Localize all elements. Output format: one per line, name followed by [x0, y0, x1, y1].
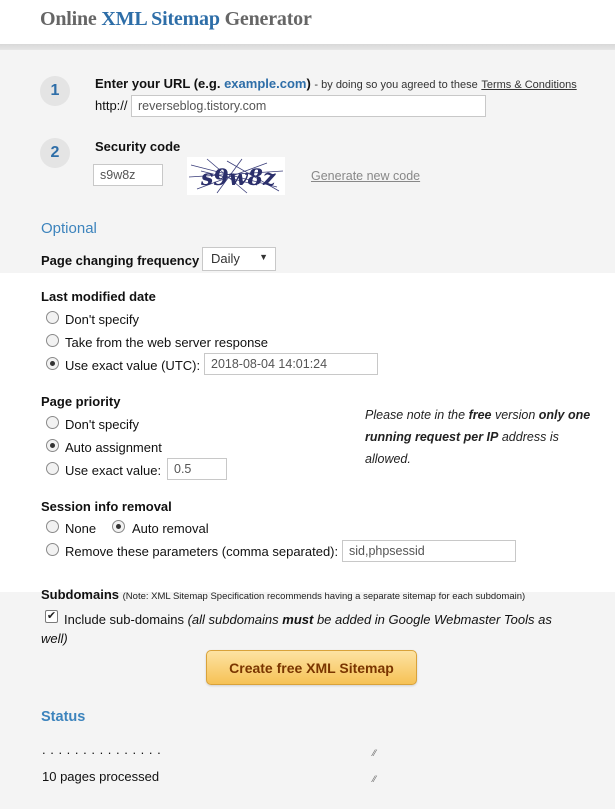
subdomains-detail: be added in Google Webmaster Tools as	[316, 612, 552, 627]
optional-heading: Optional	[41, 220, 97, 237]
last-modified-radio-dont-specify[interactable]	[46, 311, 59, 324]
last-modified-option-label: Don't specify	[65, 312, 140, 327]
url-label: Enter your URL (e.g. example.com) - by d…	[95, 76, 577, 91]
priority-option-label: Use exact value:	[65, 463, 162, 478]
status-processed-text: 10 pages processed	[42, 769, 160, 784]
generate-new-code-link[interactable]: Generate new code	[311, 169, 420, 183]
agree-text: - by doing so you agreed to these	[314, 79, 478, 91]
session-radio-none[interactable]	[46, 520, 59, 533]
session-option-label: None	[65, 521, 97, 536]
title-highlight: XML Sitemap	[101, 8, 220, 30]
last-modified-exact-input[interactable]: 2018-08-04 14:01:24	[204, 353, 378, 375]
note-only: only	[538, 408, 565, 422]
status-progress-dots: . . . . . . . . . . . . . . .	[42, 742, 162, 757]
last-modified-radio-exact[interactable]	[46, 357, 59, 370]
subdomains-note: (Note: XML Sitemap Specification recomme…	[122, 591, 526, 602]
free-version-note: Please note in the free version only one…	[365, 404, 595, 470]
status-heading: Status	[41, 709, 86, 725]
http-prefix: http://	[95, 98, 128, 113]
status-log: . . . . . . . . . . . . . . . 10 pages p…	[40, 742, 385, 787]
priority-exact-input[interactable]: 0.5	[167, 458, 227, 480]
title-prefix: Online	[40, 8, 97, 30]
chevron-down-icon: ▼	[259, 252, 268, 262]
step-1-badge: 1	[40, 76, 70, 106]
security-code-input[interactable]: s9w8z	[93, 164, 163, 186]
url-label-text: Enter your URL (e.g.	[95, 76, 221, 91]
terms-link[interactable]: Terms & Conditions	[481, 79, 576, 91]
resize-handle-icon[interactable]: ⁄⁄	[373, 748, 376, 758]
page-title: Online XML Sitemap Generator	[40, 8, 312, 31]
priority-radio-dont-specify[interactable]	[46, 416, 59, 429]
include-subdomains-checkbox[interactable]: ✔	[45, 610, 58, 623]
frequency-select[interactable]: Daily ▼	[202, 247, 276, 271]
note-text: version	[494, 408, 536, 422]
session-params-input[interactable]: sid,phpsessid	[342, 540, 516, 562]
subdomains-check-label: Include sub-domains	[64, 612, 184, 627]
resize-handle-icon[interactable]: ⁄⁄	[373, 774, 376, 784]
session-radio-auto[interactable]	[112, 520, 125, 533]
priority-option-label: Don't specify	[65, 417, 140, 432]
step-2-badge: 2	[40, 138, 70, 168]
session-radio-remove[interactable]	[46, 543, 59, 556]
url-example: example.com	[224, 76, 307, 91]
last-modified-option-label: Take from the web server response	[65, 335, 269, 350]
captcha-text: s9w8z	[200, 165, 276, 191]
security-code-label: Security code	[95, 139, 181, 154]
frequency-select-value: Daily	[211, 251, 240, 266]
frequency-label: Page changing frequency	[41, 253, 200, 268]
subdomains-detail: (all subdomains	[187, 612, 279, 627]
title-suffix: Generator	[224, 8, 312, 30]
subdomains-must: must	[282, 612, 314, 627]
priority-heading: Page priority	[41, 394, 121, 409]
include-subdomains-label: Include sub-domains (all subdomains must…	[64, 610, 564, 630]
create-sitemap-button[interactable]: Create free XML Sitemap	[206, 650, 417, 685]
session-option-label: Remove these parameters (comma separated…	[65, 544, 339, 559]
last-modified-radio-server[interactable]	[46, 334, 59, 347]
note-free: free	[468, 408, 492, 422]
captcha-image: s9w8z	[187, 157, 285, 195]
priority-radio-auto[interactable]	[46, 439, 59, 452]
session-option-label: Auto removal	[132, 521, 209, 536]
note-text: address	[501, 430, 547, 444]
subdomains-heading: Subdomains (Note: XML Sitemap Specificat…	[41, 587, 525, 602]
subdomains-detail-continued: well)	[41, 631, 68, 646]
subdomains-title: Subdomains	[41, 587, 120, 602]
session-heading: Session info removal	[41, 499, 172, 514]
last-modified-option-label: Use exact value (UTC):	[65, 358, 201, 373]
url-input[interactable]: reverseblog.tistory.com	[131, 95, 486, 117]
last-modified-heading: Last modified date	[41, 289, 156, 304]
priority-option-label: Auto assignment	[65, 440, 162, 455]
priority-radio-exact[interactable]	[46, 462, 59, 475]
note-text: Please note in the	[365, 408, 466, 422]
url-label-close: )	[306, 76, 311, 91]
